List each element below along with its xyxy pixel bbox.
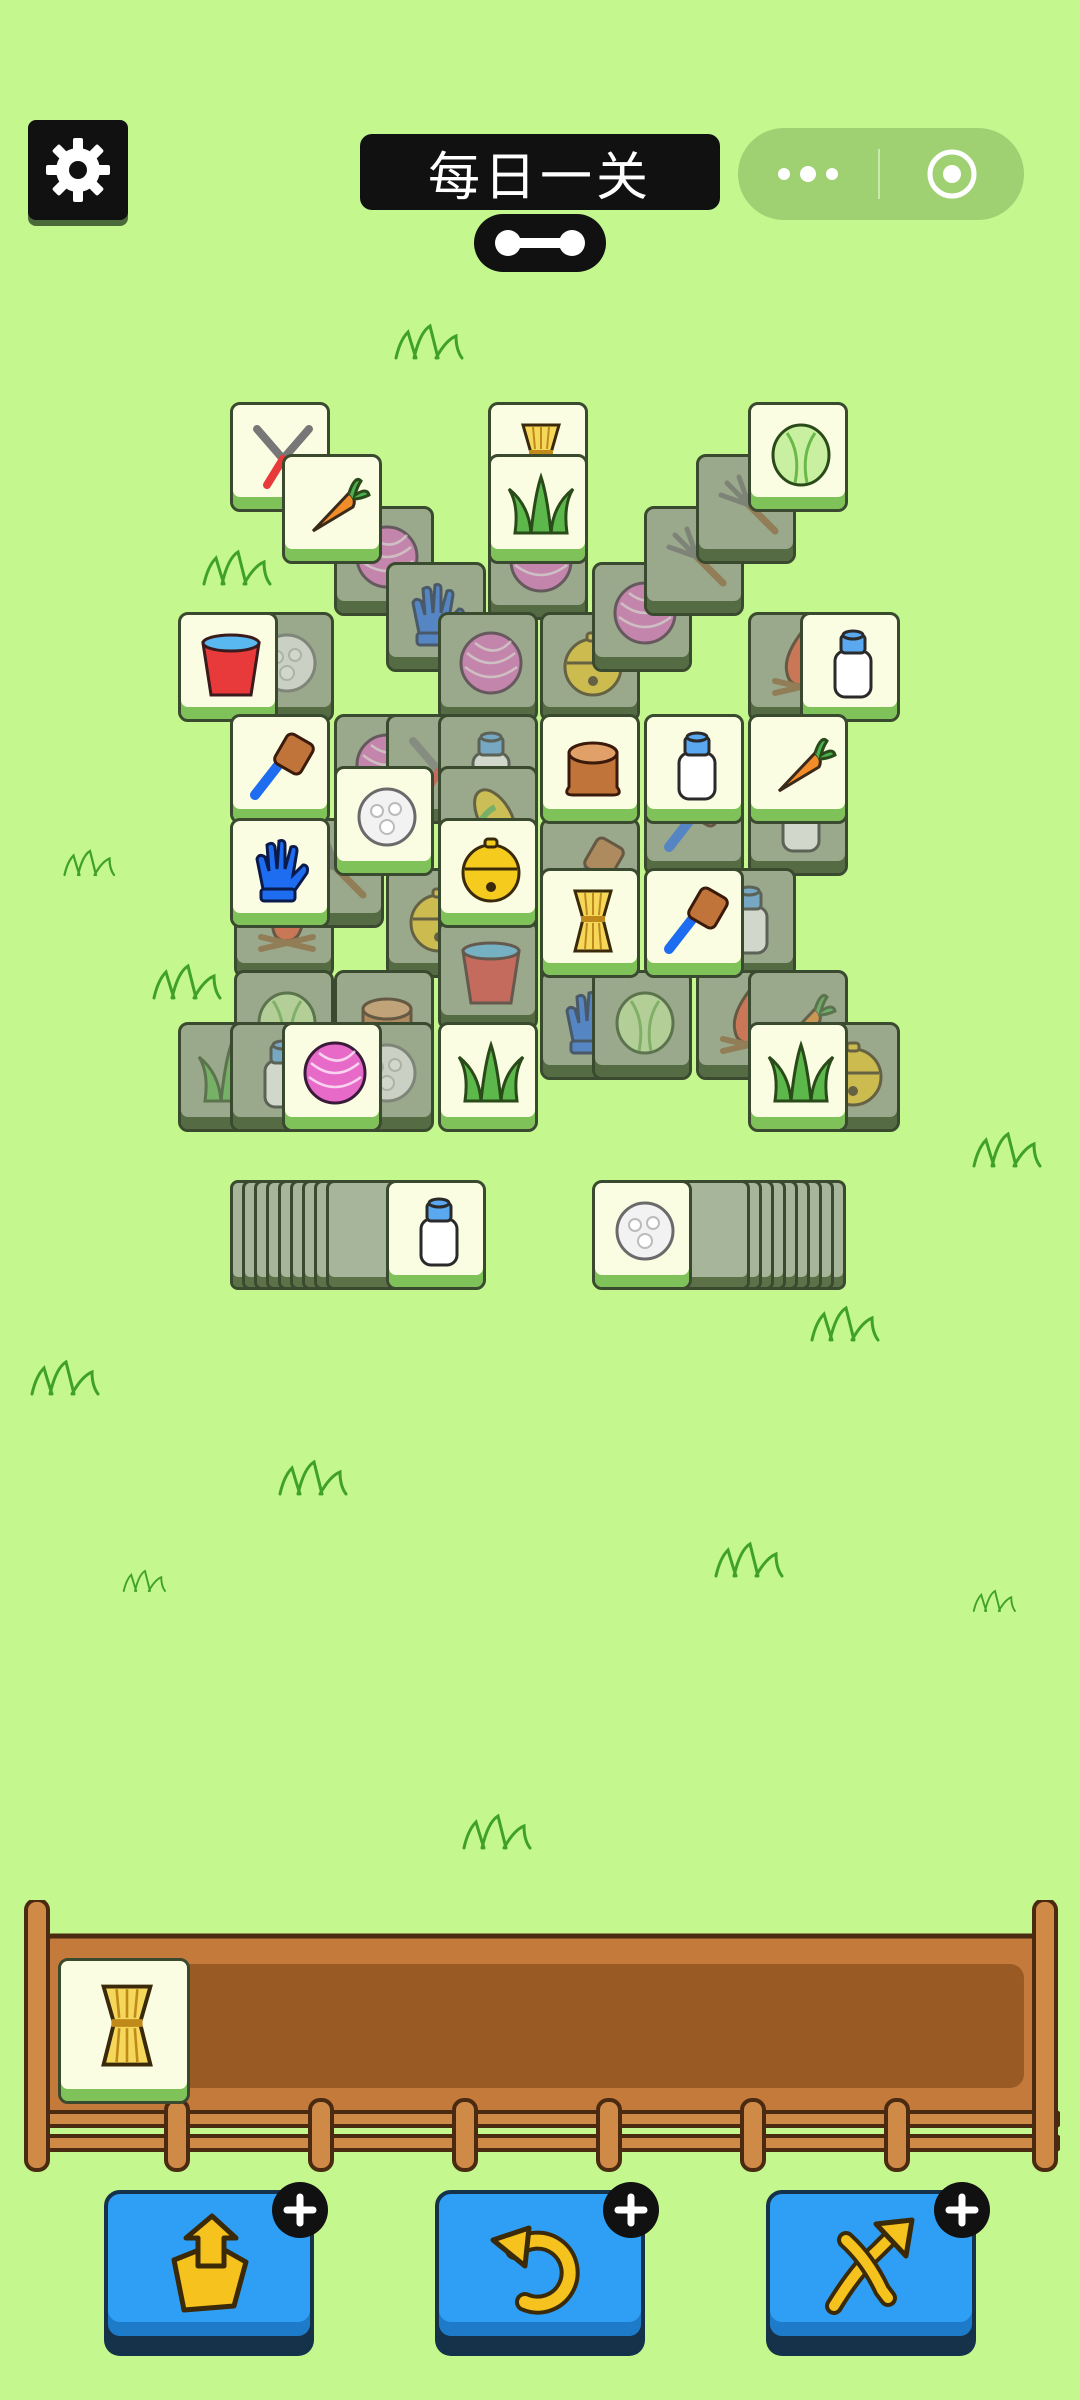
- deck-right-top-tile-cotton[interactable]: [592, 1180, 692, 1290]
- plus-icon[interactable]: [934, 2182, 990, 2238]
- grass-tuft-icon: [120, 1556, 170, 1606]
- tile-bucket-covered: [438, 920, 538, 1030]
- plus-icon[interactable]: [603, 2182, 659, 2238]
- tile-cabbage-covered: [592, 970, 692, 1080]
- shuffle-tool-button[interactable]: [766, 2182, 990, 2356]
- tile-cabbage[interactable]: [748, 402, 848, 512]
- grass-tuft-icon: [148, 962, 228, 1002]
- grass-tuft-icon: [26, 1358, 106, 1398]
- undo-tool-button[interactable]: [435, 2182, 659, 2356]
- grass-tuft-icon: [710, 1540, 790, 1580]
- more-dots-icon-center: [800, 166, 816, 182]
- box-arrow-up-icon: [171, 2213, 249, 2313]
- grass-tuft-icon: [806, 1304, 886, 1344]
- drag-handle[interactable]: [474, 214, 606, 272]
- tile-brush[interactable]: [644, 868, 744, 978]
- close-button[interactable]: [880, 146, 1024, 202]
- tile-brush[interactable]: [230, 714, 330, 824]
- shuffle-icon: [825, 2217, 915, 2315]
- grass-tuft-icon: [274, 1458, 354, 1498]
- tile-carrot[interactable]: [282, 454, 382, 564]
- mini-program-capsule: [738, 128, 1024, 220]
- bone-icon: [495, 230, 585, 256]
- deck-left-top-tile-milk[interactable]: [386, 1180, 486, 1290]
- tile-grass[interactable]: [488, 454, 588, 564]
- grass-tuft-icon: [198, 548, 278, 588]
- tile-grass[interactable]: [438, 1022, 538, 1132]
- tile-yarn[interactable]: [282, 1022, 382, 1132]
- more-button[interactable]: [738, 166, 878, 182]
- tile-bucket[interactable]: [178, 612, 278, 722]
- more-dots-icon: [778, 168, 790, 180]
- grass-tuft-icon: [970, 1576, 1020, 1626]
- remove-tool-button[interactable]: [104, 2182, 328, 2356]
- grass-tuft-icon: [390, 322, 470, 362]
- undo-icon: [490, 2225, 580, 2315]
- tile-grass[interactable]: [748, 1022, 848, 1132]
- page-title: 每日一关: [360, 134, 720, 210]
- tile-bell[interactable]: [438, 818, 538, 928]
- tile-yarn-covered: [438, 612, 538, 722]
- tile-milk[interactable]: [644, 714, 744, 824]
- more-dots-icon-right: [826, 168, 838, 180]
- tile-cotton[interactable]: [334, 766, 434, 876]
- settings-button[interactable]: [28, 120, 128, 220]
- tile-carrot[interactable]: [748, 714, 848, 824]
- grass-tuft-icon: [458, 1812, 538, 1852]
- gear-icon: [46, 138, 110, 202]
- target-close-icon: [927, 149, 977, 199]
- tile-glove[interactable]: [230, 818, 330, 928]
- grass-tuft-icon: [968, 1130, 1048, 1170]
- grass-tuft-icon: [60, 838, 120, 888]
- tile-wheat[interactable]: [540, 868, 640, 978]
- tile-milk[interactable]: [800, 612, 900, 722]
- plus-icon[interactable]: [272, 2182, 328, 2238]
- tray-tile-wheat: [58, 1958, 190, 2104]
- tile-stump[interactable]: [540, 714, 640, 824]
